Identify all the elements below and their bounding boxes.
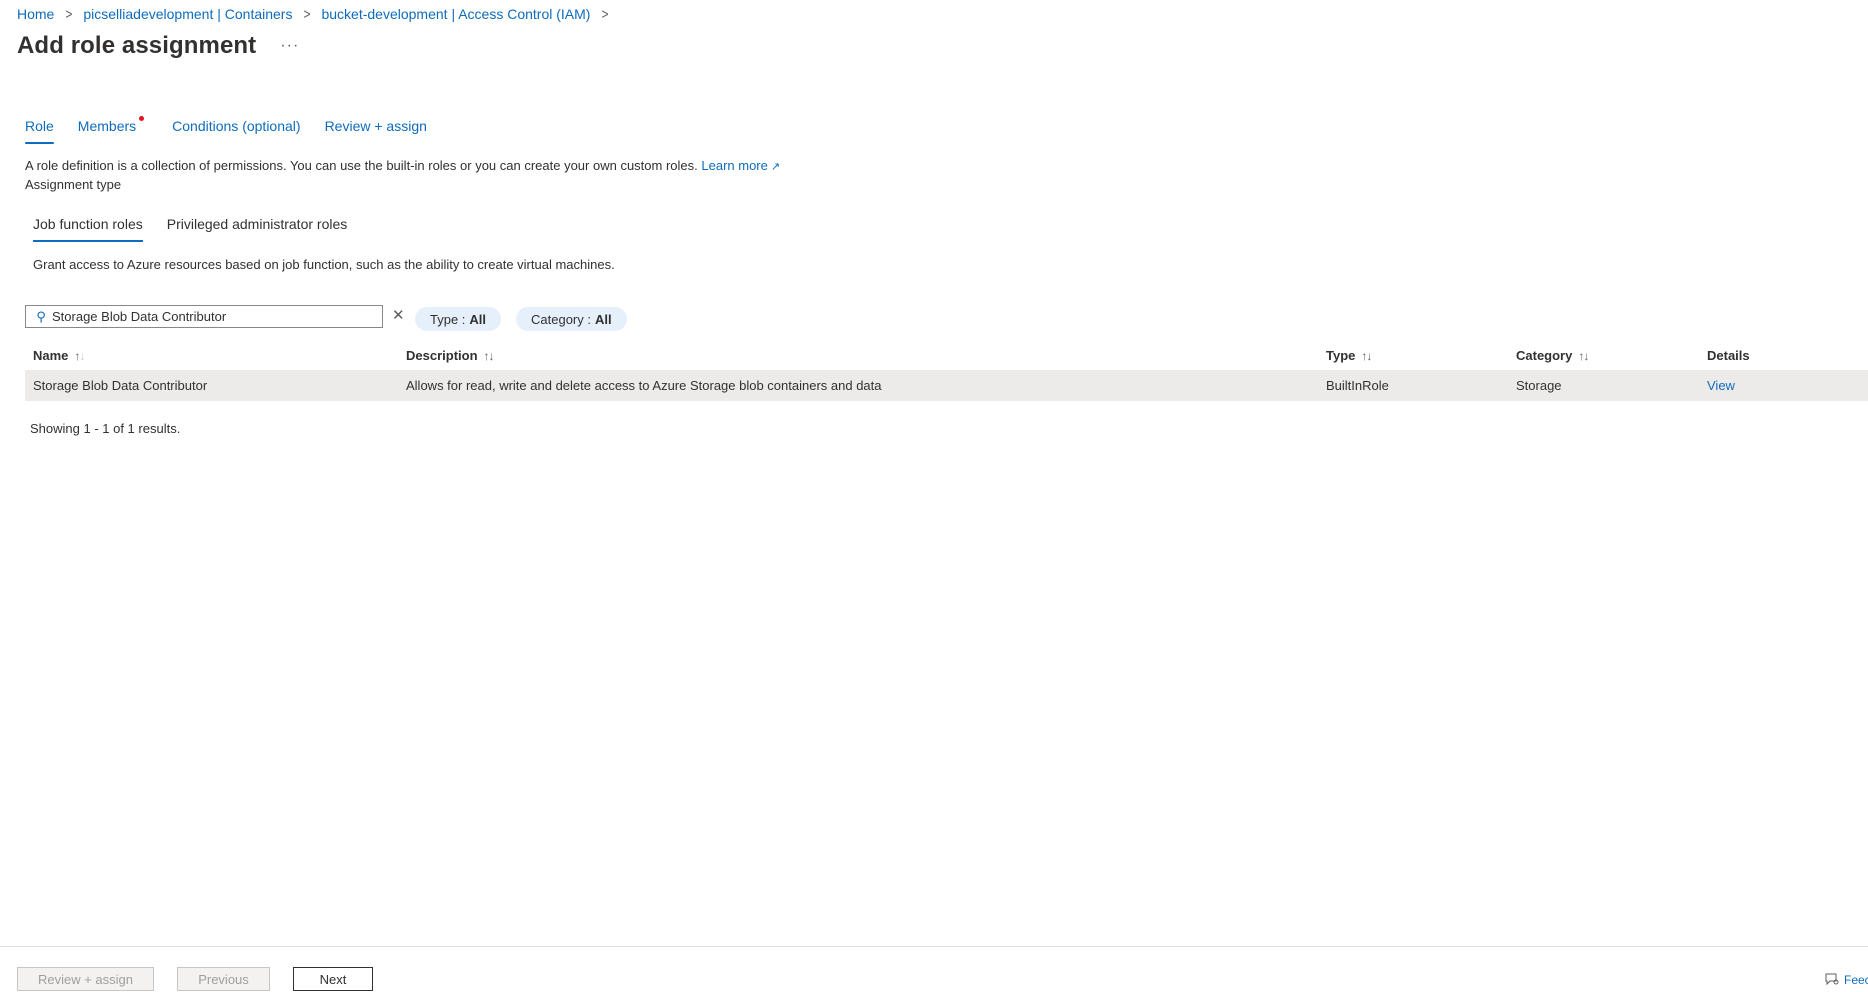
footer-divider (0, 946, 1868, 947)
required-indicator-icon (139, 116, 145, 121)
external-link-icon: ↗ (770, 161, 781, 173)
tab-job-function-roles[interactable]: Job function roles (33, 216, 143, 242)
role-description: A role definition is a collection of per… (25, 158, 780, 173)
column-header-description-label: Description (406, 347, 478, 363)
previous-button[interactable]: Previous (177, 967, 270, 991)
type-filter[interactable]: Type : All (415, 307, 502, 331)
feedback-label: Feec (1844, 973, 1868, 987)
sort-icon: ↑↓ (74, 348, 85, 363)
page-title: Add role assignment (17, 32, 257, 59)
breadcrumb-iam[interactable]: bucket-development | Access Control (IAM… (321, 6, 590, 22)
grant-description: Grant access to Azure resources based on… (33, 257, 615, 272)
column-header-details: Details (1707, 347, 1750, 363)
sort-icon: ↑↓ (483, 348, 495, 363)
tab-conditions[interactable]: Conditions (optional) (172, 116, 300, 144)
tab-members[interactable]: Members (77, 116, 145, 144)
role-description-cell: Allows for read, write and delete access… (406, 378, 882, 393)
search-input[interactable] (52, 309, 352, 324)
breadcrumb-containers[interactable]: picselliadevelopment | Containers (83, 6, 292, 22)
column-header-description[interactable]: Description ↑↓ (398, 348, 1318, 363)
tab-role[interactable]: Role (25, 116, 54, 144)
column-header-category[interactable]: Category ↑↓ (1508, 348, 1699, 363)
roles-table: Name ↑↓ Description ↑↓ Type ↑↓ Category ↑↓ D… (25, 340, 1868, 403)
view-details-link[interactable]: View (1707, 378, 1735, 393)
tab-review-assign[interactable]: Review + assign (325, 116, 427, 144)
role-name-cell: Storage Blob Data Contributor (33, 378, 208, 393)
breadcrumb: Home > picselliadevelopment | Containers… (17, 5, 619, 23)
category-filter[interactable]: Category : All (516, 307, 627, 331)
column-header-name[interactable]: Name ↑↓ (25, 348, 398, 363)
learn-more-link[interactable]: Learn more ↗ (701, 158, 780, 173)
type-filter-value: All (469, 311, 487, 327)
role-type-cell: BuiltInRole (1326, 378, 1389, 393)
wizard-tabs: Role Members Conditions (optional) Revie… (25, 116, 451, 144)
assignment-type-label: Assignment type (25, 177, 122, 192)
more-options-icon[interactable]: ··· (280, 37, 299, 55)
chevron-right-icon: > (303, 5, 311, 23)
search-icon: ⚲ (36, 308, 46, 324)
role-description-text: A role definition is a collection of per… (25, 158, 698, 173)
category-filter-label: Category : (531, 311, 591, 327)
feedback-link[interactable]: Feec (1824, 973, 1868, 987)
chevron-right-icon: > (601, 5, 609, 23)
learn-more-label: Learn more (701, 158, 768, 173)
sort-icon: ↑↓ (1578, 348, 1589, 363)
tab-members-label: Members (77, 118, 137, 134)
tab-privileged-admin-roles[interactable]: Privileged administrator roles (167, 216, 348, 242)
title-row: Add role assignment ··· (17, 32, 299, 60)
role-category-cell: Storage (1516, 378, 1562, 393)
breadcrumb-home[interactable]: Home (17, 6, 54, 22)
column-header-type-label: Type (1326, 347, 1356, 363)
table-row[interactable]: Storage Blob Data Contributor Allows for… (25, 370, 1868, 403)
column-header-category-label: Category (1516, 347, 1573, 363)
clear-search-icon[interactable]: ✕ (392, 306, 405, 324)
column-header-name-label: Name (33, 347, 69, 363)
next-button[interactable]: Next (293, 967, 373, 991)
search-box: ⚲ (25, 305, 383, 328)
category-filter-value: All (594, 311, 612, 327)
results-count: Showing 1 - 1 of 1 results. (30, 421, 181, 436)
table-header: Name ↑↓ Description ↑↓ Type ↑↓ Category ↑↓ D… (25, 340, 1868, 370)
assignment-type-tabs: Job function roles Privileged administra… (33, 216, 371, 242)
review-assign-button[interactable]: Review + assign (17, 967, 154, 991)
feedback-icon (1825, 973, 1839, 986)
type-filter-label: Type : (430, 311, 466, 327)
sort-icon: ↑↓ (1361, 348, 1372, 363)
role-details-cell: View (1699, 378, 1868, 393)
chevron-right-icon: > (65, 5, 73, 23)
column-header-type[interactable]: Type ↑↓ (1318, 348, 1508, 363)
